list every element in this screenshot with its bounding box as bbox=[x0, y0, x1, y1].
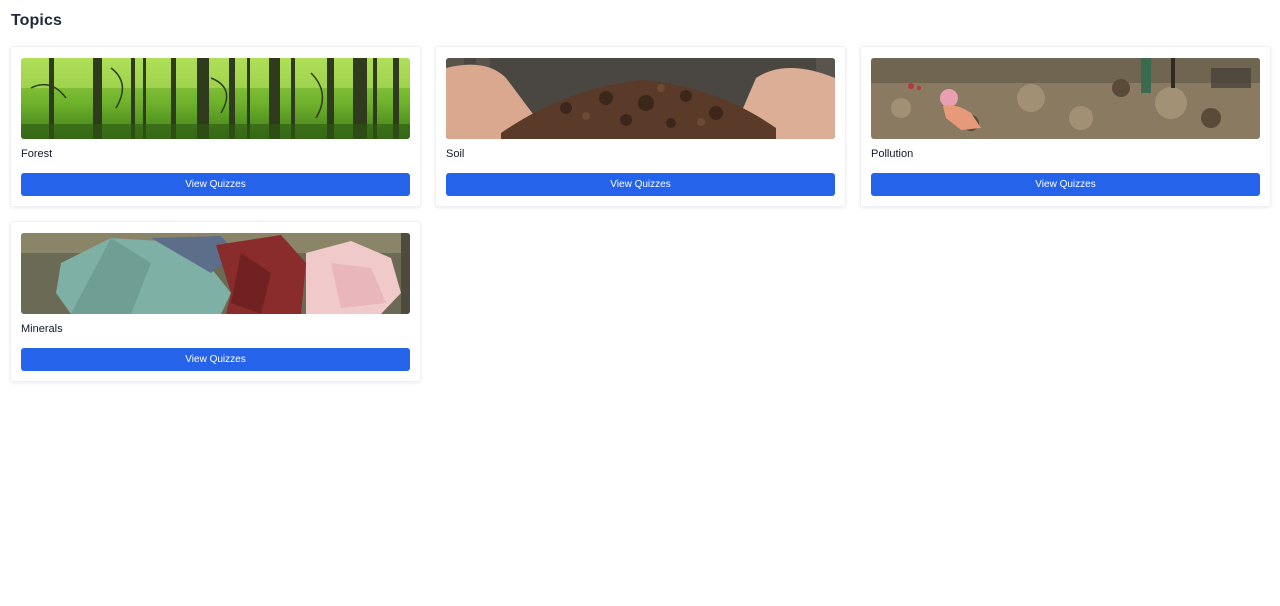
topics-page: Topics Forest View Quizzes Soil View Qui… bbox=[0, 0, 1280, 606]
view-quizzes-button-minerals[interactable]: View Quizzes bbox=[21, 348, 410, 371]
page-title: Topics bbox=[11, 12, 62, 29]
topic-card-forest: Forest View Quizzes bbox=[10, 46, 421, 207]
minerals-image bbox=[21, 233, 410, 314]
topics-grid: Forest View Quizzes Soil View Quizzes Po… bbox=[10, 46, 1272, 382]
topic-name: Pollution bbox=[871, 148, 914, 160]
view-quizzes-button-forest[interactable]: View Quizzes bbox=[21, 173, 410, 196]
topic-card-soil: Soil View Quizzes bbox=[435, 46, 846, 207]
topic-name: Minerals bbox=[21, 323, 63, 335]
soil-image bbox=[446, 58, 835, 139]
view-quizzes-button-pollution[interactable]: View Quizzes bbox=[871, 173, 1260, 196]
topic-name: Soil bbox=[446, 148, 465, 160]
view-quizzes-button-soil[interactable]: View Quizzes bbox=[446, 173, 835, 196]
pollution-image bbox=[871, 58, 1260, 139]
forest-image bbox=[21, 58, 410, 139]
topic-card-pollution: Pollution View Quizzes bbox=[860, 46, 1271, 207]
topic-name: Forest bbox=[21, 148, 53, 160]
topic-card-minerals: Minerals View Quizzes bbox=[10, 221, 421, 382]
